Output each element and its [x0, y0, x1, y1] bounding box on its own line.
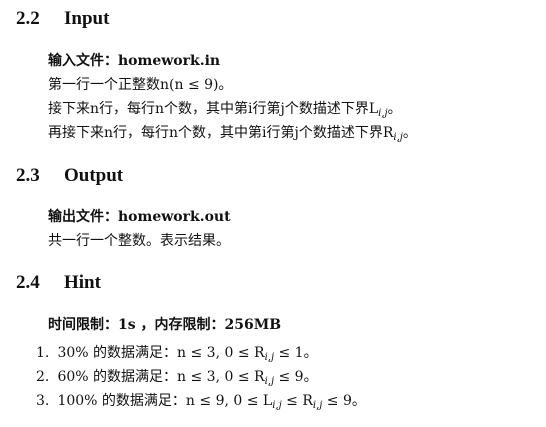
list-item: 1. 30% 的数据满足：n ≤ 3, 0 ≤ Ri,j ≤ 1。: [36, 342, 366, 366]
input-heading-title: Input: [64, 8, 110, 29]
list-item-number: 1.: [36, 345, 50, 361]
hint-heading-title: Hint: [64, 272, 101, 293]
hint-limits: 时间限制：1s ，内存限制：256MB: [48, 317, 282, 333]
list-item-text: 100% 的数据满足：n ≤ 9, 0 ≤ L: [57, 393, 273, 409]
output-heading-title: Output: [64, 165, 124, 186]
input-heading-number: 2.2: [16, 8, 40, 29]
output-line-1: 共一行一个整数。表示结果。: [48, 233, 230, 249]
list-item-subscript: i,j: [272, 400, 282, 411]
input-line-1: 第一行一个正整数n(n ≤ 9)。: [48, 77, 233, 93]
list-item-subscript: i,j: [264, 352, 275, 363]
output-file-label: 输出文件：homework.out: [48, 209, 231, 225]
input-line-3-text: 再接下来n行，每行n个数，其中第i行第j个数描述下界R: [48, 125, 394, 141]
list-item-number: 2.: [36, 369, 50, 385]
input-heading: 2.2 Input: [16, 8, 109, 30]
input-file-label: 输入文件：homework.in: [48, 53, 221, 69]
list-item-subscript-2: i,j: [312, 400, 323, 411]
output-heading-number: 2.3: [16, 165, 40, 186]
list-item-text: 60% 的数据满足：n ≤ 3, 0 ≤ R: [57, 369, 265, 385]
input-line-3-end: 。: [402, 125, 417, 141]
input-line-3-subscript: i,j: [393, 132, 403, 143]
input-line-2-end: 。: [387, 101, 402, 117]
input-line-2: 接下来n行，每行n个数，其中第i行第j个数描述下界Li,j。: [48, 98, 402, 119]
output-heading: 2.3 Output: [16, 165, 123, 187]
list-item-middle: ≤ R: [281, 393, 313, 409]
list-item: 2. 60% 的数据满足：n ≤ 3, 0 ≤ Ri,j ≤ 9。: [36, 366, 366, 390]
input-line-3: 再接下来n行，每行n个数，其中第i行第j个数描述下界Ri,j。: [48, 122, 417, 143]
hint-heading-number: 2.4: [16, 272, 40, 293]
input-line-2-subscript: i,j: [378, 108, 388, 119]
list-item-text: 30% 的数据满足：n ≤ 3, 0 ≤ R: [57, 345, 265, 361]
list-item-end: ≤ 9。: [274, 369, 318, 385]
list-item-end: ≤ 1。: [274, 345, 318, 361]
hint-list: 1. 30% 的数据满足：n ≤ 3, 0 ≤ Ri,j ≤ 1。 2. 60%…: [36, 342, 366, 414]
list-item-end: ≤ 9。: [322, 393, 366, 409]
list-item: 3. 100% 的数据满足：n ≤ 9, 0 ≤ Li,j ≤ Ri,j ≤ 9…: [36, 390, 366, 414]
hint-heading: 2.4 Hint: [16, 272, 101, 294]
list-item-subscript: i,j: [264, 376, 275, 387]
input-line-2-text: 接下来n行，每行n个数，其中第i行第j个数描述下界L: [48, 101, 379, 117]
list-item-number: 3.: [36, 393, 50, 409]
